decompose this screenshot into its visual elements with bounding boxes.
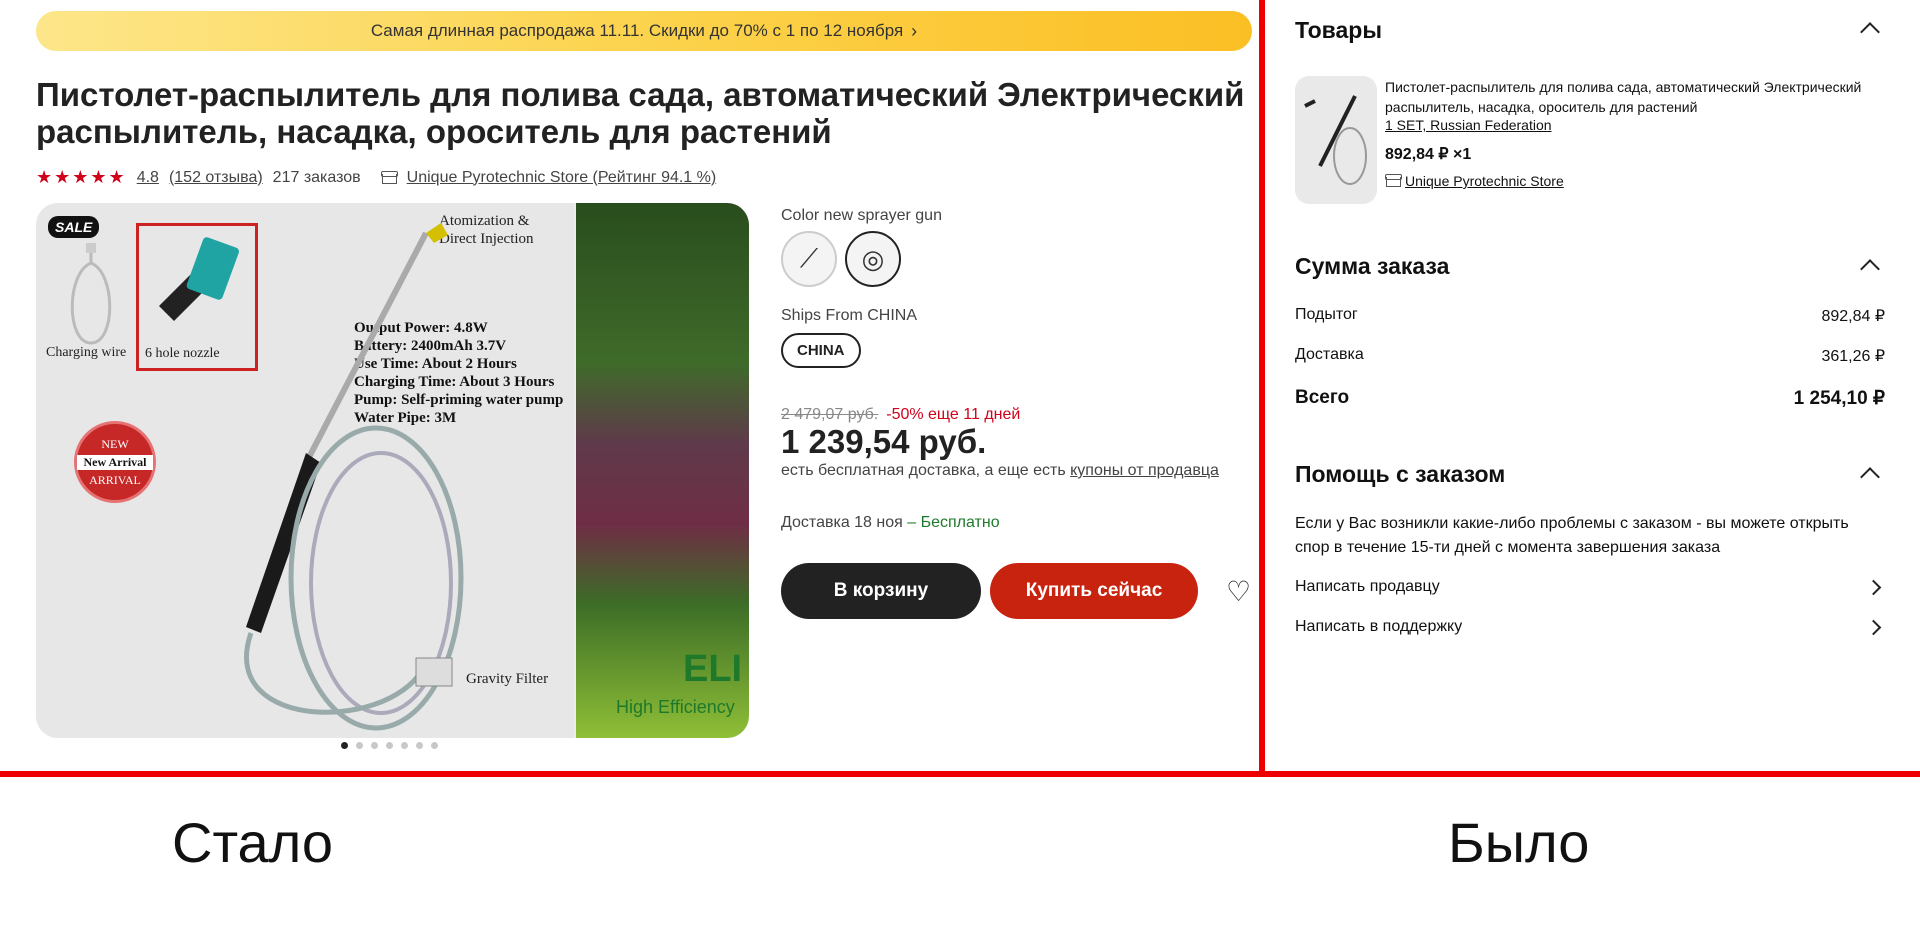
gallery-main-image[interactable]: SALE Charging wire 6 hole nozzle Atomiza… [36,203,574,738]
free-shipping-note: есть бесплатная доставка, а еще есть куп… [781,462,1219,480]
gravity-filter-label: Gravity Filter [466,671,549,687]
ships-from-chip[interactable]: CHINA [781,333,861,368]
help-text: Если у Вас возникли какие-либо проблемы … [1295,515,1849,556]
chevron-right-icon: › [911,20,918,41]
color-swatch[interactable]: ⟋ [781,231,837,287]
contact-seller-label: Написать продавцу [1295,578,1440,595]
order-summary-old: Товары Пистолет-распылитель для полива с… [1265,0,1920,771]
contact-support-label: Написать в поддержку [1295,618,1463,635]
buy-now-button[interactable]: Купить сейчас [990,563,1198,619]
wishlist-heart-icon[interactable]: ♡ [1226,575,1251,608]
elite-text: ELI [683,648,743,690]
ships-from-label: Ships From CHINA [781,307,918,324]
item-thumbnail-image [1304,95,1367,185]
item-variant[interactable]: 1 SET, Russian Federation [1385,117,1552,133]
gallery-dot[interactable] [431,742,438,749]
sprayer-gun-image [244,223,464,731]
subtotal-row: Подытог 892,84 ₽ [1295,306,1885,326]
total-row: Всего 1 254,10 ₽ [1295,387,1885,410]
orders-count: 217 заказов [272,168,361,186]
chevron-right-icon [1865,619,1882,635]
store-icon [380,170,398,185]
old-price-row: 2 479,07 руб. -50% еще 11 дней [781,406,1020,424]
reviews-link[interactable]: (152 отзыва) [169,169,263,187]
total-value: 1 254,10 ₽ [1793,388,1885,409]
item-store: Unique Pyrotechnic Store [1385,173,1564,189]
product-gallery[interactable]: SALE Charging wire 6 hole nozzle Atomiza… [36,203,749,738]
rating-value[interactable]: 4.8 [137,169,159,187]
color-swatches: ⟋ ◎ [781,231,901,287]
delivery-free: – Бесплатно [907,514,1000,531]
item-title[interactable]: Пистолет-распылитель для полива сада, ав… [1385,77,1885,117]
contact-support-link[interactable]: Написать в поддержку [1295,618,1885,636]
sale-badge: SALE [48,216,100,238]
shipping-row: Доставка 361,26 ₽ [1295,346,1885,366]
help-header[interactable]: Помощь с заказом [1295,461,1505,488]
discount-label: -50% еще 11 дней [886,406,1021,423]
sale-banner-text: Самая длинная распродажа 11.11. Скидки д… [370,21,904,40]
total-label: Всего [1295,387,1350,408]
subtotal-label: Подытог [1295,306,1358,323]
delivery-date: Доставка 18 ноя [781,514,903,531]
gallery-dot[interactable] [386,742,393,749]
goods-header[interactable]: Товары [1295,17,1382,44]
item-store-link[interactable]: Unique Pyrotechnic Store [1405,173,1564,189]
gallery-dot[interactable] [401,742,408,749]
subtotal-value: 892,84 ₽ [1821,308,1885,325]
store-icon [1385,174,1402,188]
coupon-link[interactable]: купоны от продавца [1070,462,1219,479]
contact-seller-link[interactable]: Написать продавцу [1295,578,1885,596]
caption-now: Стало [172,811,334,874]
item-price: 892,84 ₽ ×1 [1385,146,1472,163]
gallery-dot[interactable] [371,742,378,749]
horizontal-divider [0,771,1920,777]
sale-banner[interactable]: Самая длинная распродажа 11.11. Скидки д… [36,11,1252,51]
delivery-info: Доставка 18 ноя – Бесплатно [781,514,1000,532]
gallery-dot[interactable] [416,742,423,749]
order-sum-header[interactable]: Сумма заказа [1295,253,1449,280]
chevron-up-icon[interactable] [1860,22,1880,42]
color-option-label: Color new sprayer gun [781,207,942,224]
high-efficiency-text: High Efficiency [616,697,735,717]
store-link[interactable]: Unique Pyrotechnic Store (Рейтинг 94.1 %… [407,169,717,187]
shipping-label: Доставка [1295,346,1364,363]
chevron-up-icon[interactable] [1860,259,1880,279]
gallery-dot[interactable] [356,742,363,749]
product-title: Пистолет-распылитель для полива сада, ав… [36,76,1245,150]
add-to-cart-button[interactable]: В корзину [781,563,981,619]
free-shipping-text: есть бесплатная доставка, а еще есть [781,462,1066,479]
gallery-pagination [341,742,438,749]
product-page-new: Самая длинная распродажа 11.11. Скидки д… [0,0,1259,771]
shipping-value: 361,26 ₽ [1821,348,1885,365]
gallery-dot[interactable] [341,742,348,749]
chevron-right-icon [1865,579,1882,595]
chevron-up-icon[interactable] [1860,467,1880,487]
color-swatch-selected[interactable]: ◎ [845,231,901,287]
rating-stars-icon: ★★★★★ [36,167,127,187]
item-thumbnail[interactable] [1295,76,1377,204]
gallery-lifestyle-image[interactable]: ELI High Efficiency [576,203,749,738]
current-price: 1 239,54 руб. [781,423,987,460]
caption-before: Было [1448,811,1590,874]
old-price: 2 479,07 руб. [781,406,879,423]
product-meta: ★★★★★ 4.8 (152 отзыва) 217 заказов Uniqu… [36,167,716,188]
